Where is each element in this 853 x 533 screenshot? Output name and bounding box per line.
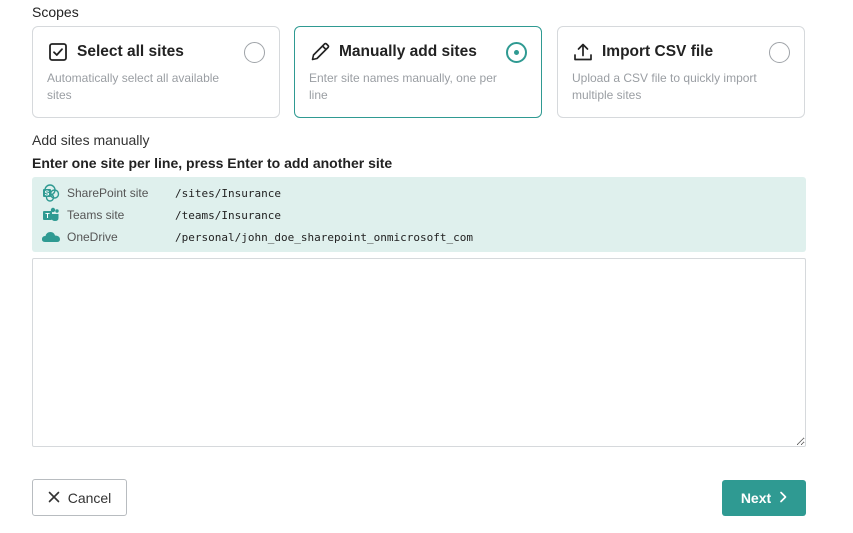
- scope-radio-select-all[interactable]: [244, 42, 265, 63]
- scopes-label: Scopes: [32, 4, 79, 20]
- next-button-label: Next: [740, 490, 772, 506]
- example-path: /sites/Insurance: [175, 186, 281, 200]
- scope-card-description: Upload a CSV file to quickly import mult…: [572, 71, 757, 102]
- site-examples-panel: S SharePoint site /sites/Insurance T Tea…: [32, 177, 806, 252]
- scope-card-select-all[interactable]: Select all sites Automatically select al…: [32, 26, 280, 118]
- example-row-teams: T Teams site /teams/Insurance: [41, 205, 281, 225]
- scope-card-manual[interactable]: Manually add sites Enter site names manu…: [294, 26, 542, 118]
- upload-icon: [572, 41, 594, 63]
- example-path: /teams/Insurance: [175, 208, 281, 222]
- scope-options: Select all sites Automatically select al…: [32, 26, 806, 118]
- svg-text:S: S: [45, 191, 50, 198]
- sites-textarea[interactable]: [32, 258, 806, 447]
- scope-card-description: Automatically select all available sites: [47, 71, 220, 102]
- cancel-button[interactable]: Cancel: [32, 479, 127, 516]
- scope-card-title: Select all sites: [77, 43, 184, 60]
- pencil-icon: [309, 41, 331, 63]
- example-path: /personal/john_doe_sharepoint_onmicrosof…: [175, 230, 474, 244]
- example-type: SharePoint site: [67, 186, 149, 200]
- example-type: OneDrive: [67, 230, 118, 244]
- onedrive-icon: [41, 228, 61, 246]
- add-sites-instruction: Enter one site per line, press Enter to …: [32, 155, 393, 171]
- svg-text:T: T: [45, 213, 50, 220]
- scope-card-title: Manually add sites: [339, 43, 477, 60]
- scope-radio-manual[interactable]: [506, 42, 527, 63]
- checkbox-icon: [47, 41, 69, 63]
- example-type: Teams site: [67, 208, 125, 222]
- example-row-sharepoint: S SharePoint site /sites/Insurance: [41, 183, 281, 203]
- close-icon: [48, 490, 60, 506]
- scope-card-import-csv[interactable]: Import CSV file Upload a CSV file to qui…: [557, 26, 805, 118]
- next-button[interactable]: Next: [722, 480, 806, 516]
- scope-card-title: Import CSV file: [602, 43, 714, 60]
- scope-radio-import-csv[interactable]: [769, 42, 790, 63]
- teams-icon: T: [41, 206, 61, 224]
- sharepoint-icon: S: [41, 184, 61, 202]
- example-row-onedrive: OneDrive /personal/john_doe_sharepoint_o…: [41, 227, 473, 247]
- cancel-button-label: Cancel: [67, 489, 112, 506]
- chevron-right-icon: [779, 490, 787, 506]
- scope-card-description: Enter site names manually, one per line: [309, 71, 497, 102]
- add-sites-label: Add sites manually: [32, 132, 150, 148]
